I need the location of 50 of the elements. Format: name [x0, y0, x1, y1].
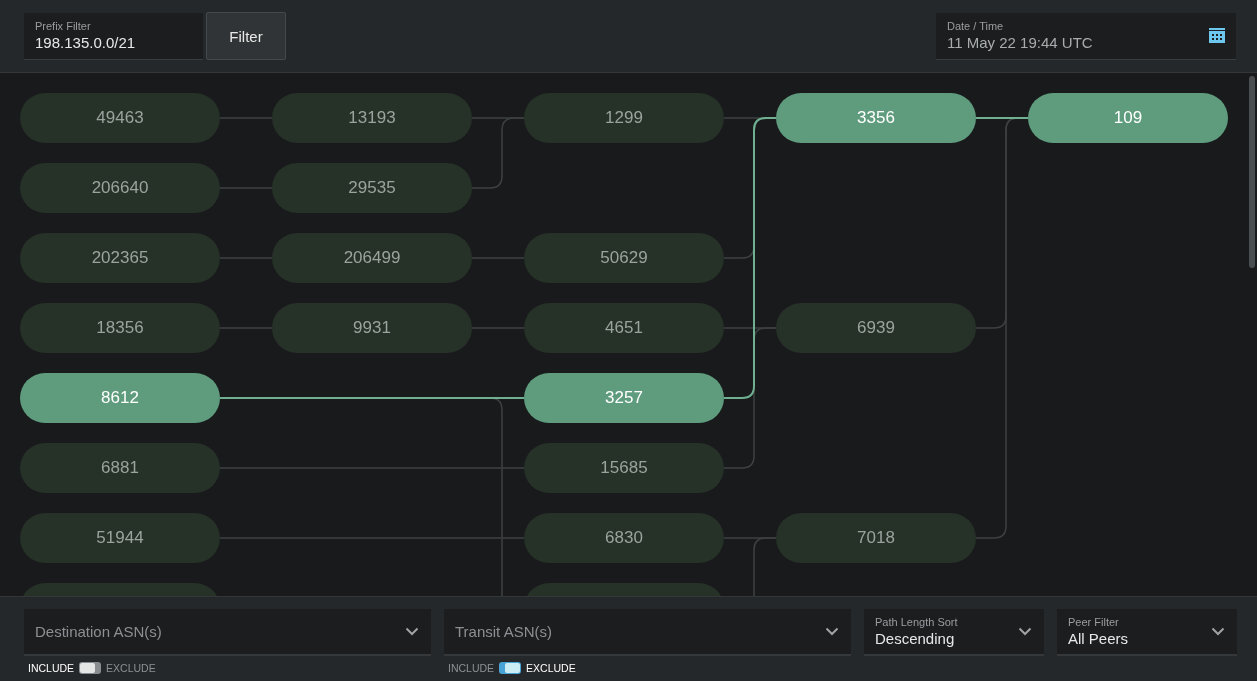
as-node[interactable]: 6939: [776, 303, 976, 353]
as-node[interactable]: 8612: [20, 373, 220, 423]
as-node[interactable]: 9931: [272, 303, 472, 353]
field-label: Peer Filter: [1068, 616, 1120, 628]
as-node[interactable]: 206640: [20, 163, 220, 213]
include-label: INCLUDE: [448, 662, 495, 674]
scrollbar[interactable]: [1249, 76, 1255, 268]
select-placeholder: Transit ASN(s): [455, 623, 552, 640]
exclude-label: EXCLUDE: [526, 662, 576, 674]
as-node[interactable]: 50629: [524, 233, 724, 283]
as-node[interactable]: 7018: [776, 513, 976, 563]
filter-button[interactable]: Filter: [206, 12, 286, 60]
prefix-filter-field[interactable]: Prefix Filter 198.135.0.0/21: [24, 12, 203, 60]
as-node[interactable]: 15685: [524, 443, 724, 493]
field-label: Prefix Filter: [35, 20, 92, 32]
field-value: 198.135.0.0/21: [35, 34, 137, 51]
asn-select-field[interactable]: Destination ASN(s): [24, 609, 431, 656]
as-node[interactable]: 1299: [524, 93, 724, 143]
as-node[interactable]: 202365: [20, 233, 220, 283]
as-node[interactable]: 13193: [272, 93, 472, 143]
chevron-down-icon: [825, 627, 839, 636]
chevron-down-icon: [1018, 627, 1032, 636]
chevron-down-icon: [1211, 627, 1225, 636]
dropdown-field[interactable]: Path Length Sort Descending: [864, 609, 1044, 656]
as-node[interactable]: 4651: [524, 303, 724, 353]
as-node[interactable]: 3257: [524, 373, 724, 423]
as-node[interactable]: 109: [1028, 93, 1228, 143]
dropdown-field[interactable]: Peer Filter All Peers: [1057, 609, 1237, 656]
include-exclude-toggle[interactable]: [499, 662, 522, 674]
as-node[interactable]: 206499: [272, 233, 472, 283]
as-node[interactable]: 18356: [20, 303, 220, 353]
field-value: 11 May 22 19:44 UTC: [947, 34, 1093, 51]
as-node[interactable]: 6881: [20, 443, 220, 493]
include-exclude-toggle[interactable]: [79, 662, 102, 674]
as-node[interactable]: 29535: [272, 163, 472, 213]
field-label: Path Length Sort: [875, 616, 958, 628]
as-node[interactable]: 6830: [524, 513, 724, 563]
as-node[interactable]: 49463: [20, 93, 220, 143]
asn-select-field[interactable]: Transit ASN(s): [444, 609, 851, 656]
field-value: Descending: [875, 630, 956, 647]
calendar-icon[interactable]: [1209, 28, 1225, 43]
select-placeholder: Destination ASN(s): [35, 623, 162, 640]
date-time-field[interactable]: Date / Time 11 May 22 19:44 UTC: [936, 12, 1236, 60]
include-label: INCLUDE: [28, 662, 75, 674]
field-value: All Peers: [1068, 630, 1129, 647]
exclude-label: EXCLUDE: [106, 662, 156, 674]
field-label: Date / Time: [947, 20, 1005, 32]
chevron-down-icon: [405, 627, 419, 636]
as-node[interactable]: 3356: [776, 93, 976, 143]
as-node[interactable]: 51944: [20, 513, 220, 563]
